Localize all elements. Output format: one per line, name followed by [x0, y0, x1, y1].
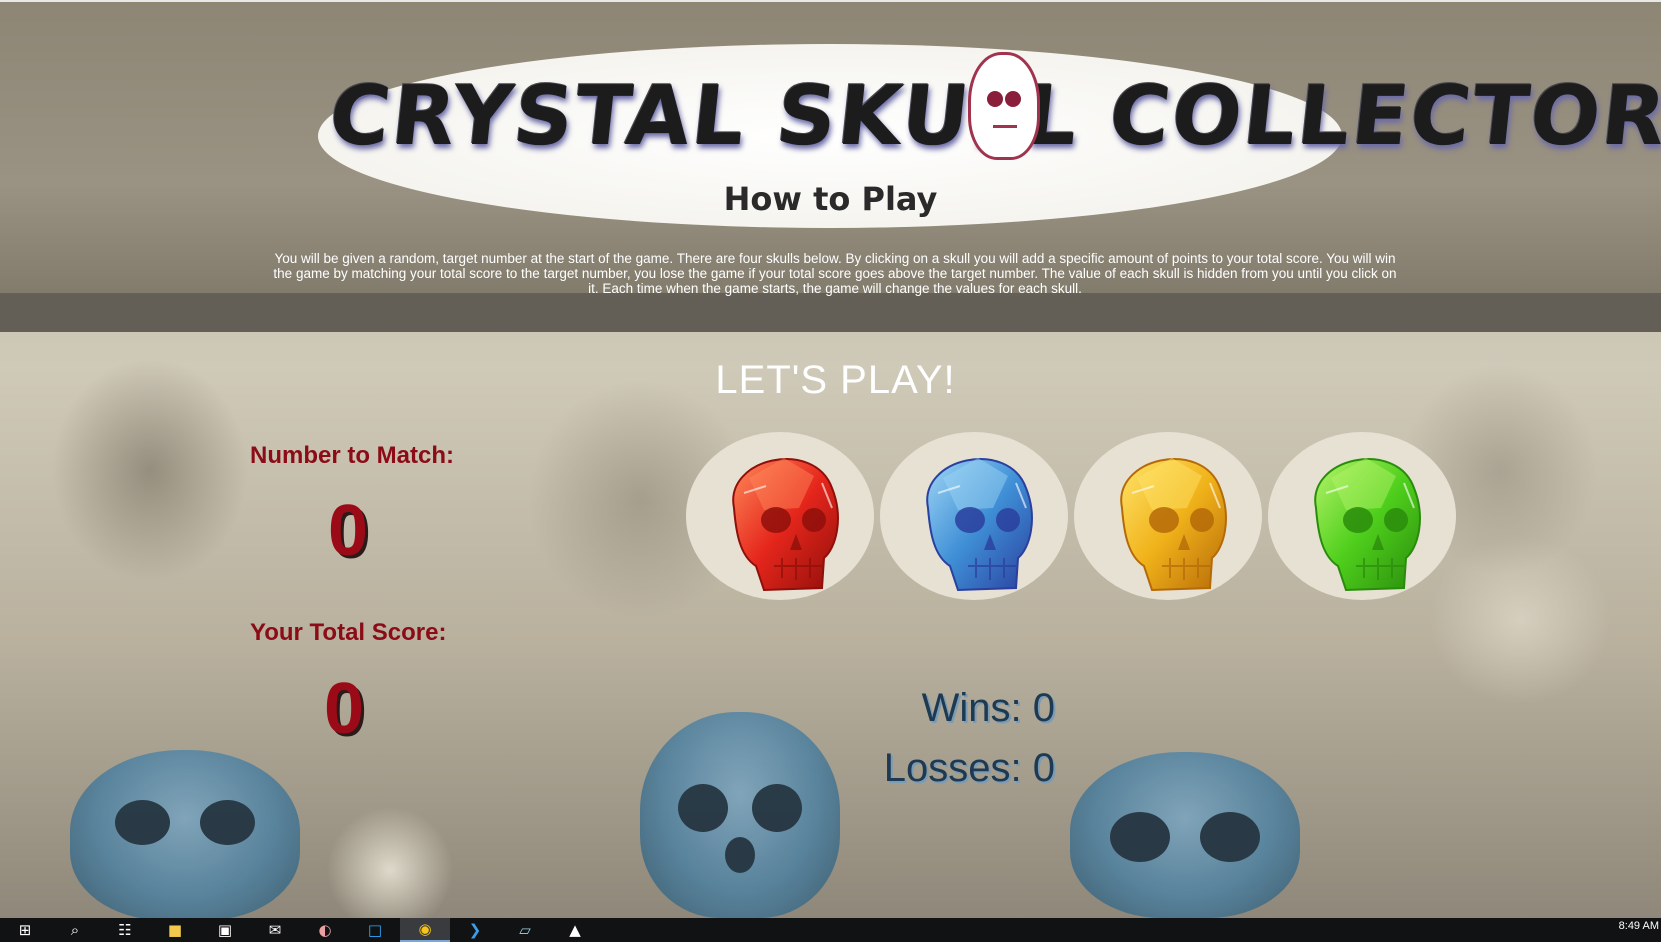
- paint-icon[interactable]: ◐: [300, 918, 350, 942]
- store-icon[interactable]: ▣: [200, 918, 250, 942]
- blue-crystal-skull-icon: [926, 458, 1033, 592]
- file-explorer-icon[interactable]: ■: [150, 918, 200, 942]
- target-label: Number to Match:: [250, 442, 454, 469]
- photos-icon[interactable]: ▲: [550, 918, 600, 942]
- score-label: Your Total Score:: [250, 619, 447, 646]
- green-crystal-skull-icon: [1314, 458, 1421, 592]
- header-bottom-strip: [0, 293, 1661, 332]
- search-icon[interactable]: ⌕: [50, 918, 100, 942]
- green-skull-button[interactable]: [1268, 432, 1456, 600]
- red-crystal-skull-icon: [732, 458, 839, 592]
- task-view-icon[interactable]: ☷: [100, 918, 150, 942]
- wins-counter: Wins: 0: [921, 686, 1055, 730]
- yellow-crystal-skull-icon: [1120, 458, 1227, 592]
- logo-title: CRYSTAL SKULL COLLECTOR: [325, 69, 1661, 164]
- background-skull-center: [640, 712, 840, 918]
- target-number: 0: [328, 491, 369, 571]
- mail-icon[interactable]: ✉: [250, 918, 300, 942]
- blue-skull-button[interactable]: [880, 432, 1068, 600]
- chrome-icon[interactable]: ◉: [400, 918, 450, 942]
- taskbar: ⊞ ⌕ ☷ ■ ▣ ✉ ◐ □ ◉ ❯ ▱ ▲ 8:49 AM: [0, 918, 1661, 942]
- red-skull-button[interactable]: [686, 432, 874, 600]
- lets-play-heading: LET'S PLAY!: [715, 358, 956, 402]
- background-skull-right: [1070, 752, 1300, 918]
- vscode-icon[interactable]: ❯: [450, 918, 500, 942]
- windows-start-icon[interactable]: ⊞: [0, 918, 50, 942]
- losses-counter: Losses: 0: [883, 746, 1055, 790]
- app-icon[interactable]: ▱: [500, 918, 550, 942]
- background-skull-left: [70, 750, 300, 920]
- total-score: 0: [324, 669, 365, 749]
- how-to-play-heading: How to Play: [723, 180, 938, 218]
- instructions-text: You will be given a random, target numbe…: [273, 251, 1397, 296]
- logo-skull-icon: [968, 52, 1040, 160]
- photoshop-icon[interactable]: □: [350, 918, 400, 942]
- taskbar-clock: 8:49 AM: [1618, 920, 1659, 932]
- yellow-skull-button[interactable]: [1074, 432, 1262, 600]
